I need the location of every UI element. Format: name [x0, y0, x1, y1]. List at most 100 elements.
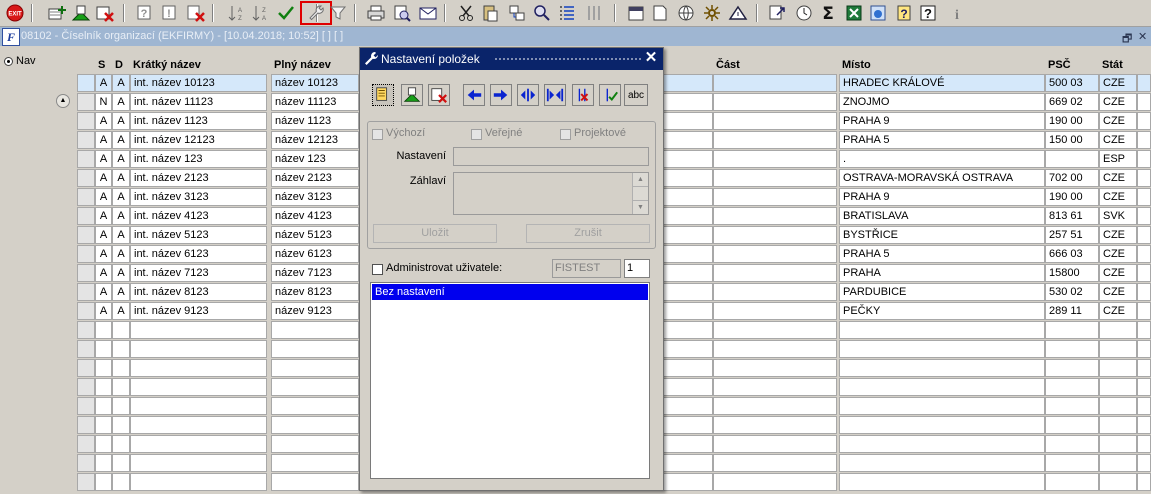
query-clear-icon[interactable] — [186, 3, 206, 23]
cell-psc[interactable] — [1045, 416, 1099, 434]
cell-state[interactable] — [1099, 359, 1137, 377]
cell-full[interactable] — [271, 416, 359, 434]
cell-psc[interactable] — [1045, 321, 1099, 339]
link-icon[interactable] — [507, 3, 527, 23]
cell-d[interactable]: A — [112, 264, 130, 282]
cut-icon[interactable] — [456, 3, 476, 23]
cell-full[interactable] — [271, 473, 359, 491]
cell-psc[interactable]: 190 00 — [1045, 188, 1099, 206]
cell-place[interactable]: PRAHA 9 — [839, 112, 1045, 130]
cell-place[interactable]: PRAHA 5 — [839, 131, 1045, 149]
cell-s[interactable]: A — [95, 226, 112, 244]
cell-s[interactable]: A — [95, 245, 112, 263]
cell-short[interactable] — [130, 473, 267, 491]
cell-part[interactable] — [713, 131, 837, 149]
cell-part[interactable] — [713, 454, 837, 472]
cell-indicator[interactable] — [77, 473, 95, 491]
cell-indicator[interactable] — [77, 378, 95, 396]
save-button[interactable]: Uložit — [373, 224, 497, 243]
cell-psc[interactable]: 530 02 — [1045, 283, 1099, 301]
document-icon[interactable] — [650, 3, 670, 23]
cell-part[interactable] — [713, 435, 837, 453]
cell-place[interactable]: BRATISLAVA — [839, 207, 1045, 225]
cell-psc[interactable] — [1045, 150, 1099, 168]
header-s[interactable]: S — [95, 56, 112, 74]
remove-icon[interactable] — [572, 84, 594, 106]
cell-part[interactable] — [713, 416, 837, 434]
cell-last[interactable] — [1137, 397, 1151, 415]
cell-full[interactable] — [271, 397, 359, 415]
cell-short[interactable]: int. název 8123 — [130, 283, 267, 301]
header-state[interactable]: Stát — [1099, 56, 1137, 74]
cell-part[interactable] — [713, 473, 837, 491]
cell-short[interactable] — [130, 435, 267, 453]
delete-settings-icon[interactable] — [428, 84, 450, 106]
cell-s[interactable]: A — [95, 112, 112, 130]
cell-state[interactable]: CZE — [1099, 245, 1137, 263]
cell-short[interactable] — [130, 397, 267, 415]
cell-state[interactable]: CZE — [1099, 169, 1137, 187]
cell-full[interactable] — [271, 359, 359, 377]
arrow-left-icon[interactable] — [463, 84, 485, 106]
cell-s[interactable]: A — [95, 150, 112, 168]
cell-s[interactable] — [95, 397, 112, 415]
cell-last[interactable] — [1137, 283, 1151, 301]
cell-d[interactable] — [112, 359, 130, 377]
cell-full[interactable]: název 1123 — [271, 112, 359, 130]
cell-psc[interactable]: 289 11 — [1045, 302, 1099, 320]
cell-s[interactable] — [95, 473, 112, 491]
cell-psc[interactable]: 15800 — [1045, 264, 1099, 282]
header-short[interactable]: Krátký název — [130, 56, 267, 74]
cell-indicator[interactable] — [77, 169, 95, 187]
cell-last[interactable] — [1137, 188, 1151, 206]
cell-place[interactable]: PARDUBICE — [839, 283, 1045, 301]
cell-d[interactable]: A — [112, 226, 130, 244]
cell-state[interactable]: ESP — [1099, 150, 1137, 168]
cell-full[interactable]: název 10123 — [271, 74, 359, 92]
cell-state[interactable]: CZE — [1099, 264, 1137, 282]
cell-indicator[interactable] — [77, 435, 95, 453]
cell-place[interactable] — [839, 340, 1045, 358]
cell-short[interactable]: int. název 5123 — [130, 226, 267, 244]
cell-place[interactable]: PRAHA — [839, 264, 1045, 282]
cell-place[interactable] — [839, 359, 1045, 377]
confirm-icon[interactable] — [599, 84, 621, 106]
cell-place[interactable] — [839, 397, 1045, 415]
header-d[interactable]: D — [112, 56, 130, 74]
sort-asc-icon[interactable]: AZ — [226, 3, 246, 23]
list-item[interactable]: Bez nastavení — [372, 284, 648, 300]
columns-icon[interactable] — [584, 3, 604, 23]
cell-place[interactable]: PRAHA 5 — [839, 245, 1045, 263]
sum-icon[interactable]: Σ — [818, 3, 838, 23]
cell-part[interactable] — [713, 264, 837, 282]
cell-full[interactable]: název 9123 — [271, 302, 359, 320]
dialog-title-bar[interactable]: Nastavení položek ✕ — [360, 48, 663, 70]
browser-icon[interactable] — [868, 3, 888, 23]
cell-indicator[interactable] — [77, 454, 95, 472]
header-textarea[interactable]: ▲ ▼ — [453, 172, 649, 215]
cell-part[interactable] — [713, 169, 837, 187]
exit-icon[interactable]: EXIT — [5, 3, 25, 23]
cell-s[interactable]: N — [95, 93, 112, 111]
cell-short[interactable] — [130, 340, 267, 358]
cell-d[interactable]: A — [112, 207, 130, 225]
print-icon[interactable] — [366, 3, 386, 23]
public-checkbox[interactable] — [471, 129, 482, 140]
cell-part[interactable] — [713, 112, 837, 130]
cell-short[interactable]: int. název 12123 — [130, 131, 267, 149]
cell-short[interactable]: int. název 123 — [130, 150, 267, 168]
cell-full[interactable]: název 12123 — [271, 131, 359, 149]
cell-last[interactable] — [1137, 302, 1151, 320]
alert-icon[interactable] — [728, 3, 748, 23]
cell-state[interactable] — [1099, 473, 1137, 491]
cell-psc[interactable]: 666 03 — [1045, 245, 1099, 263]
cell-short[interactable]: int. název 10123 — [130, 74, 267, 92]
cell-indicator[interactable] — [77, 359, 95, 377]
cell-state[interactable]: CZE — [1099, 131, 1137, 149]
cell-last[interactable] — [1137, 245, 1151, 263]
cell-short[interactable]: int. název 11123 — [130, 93, 267, 111]
cell-indicator[interactable] — [77, 302, 95, 320]
cell-short[interactable] — [130, 454, 267, 472]
sort-desc-icon[interactable]: ZA — [250, 3, 270, 23]
admin-users-checkbox[interactable] — [372, 264, 383, 275]
